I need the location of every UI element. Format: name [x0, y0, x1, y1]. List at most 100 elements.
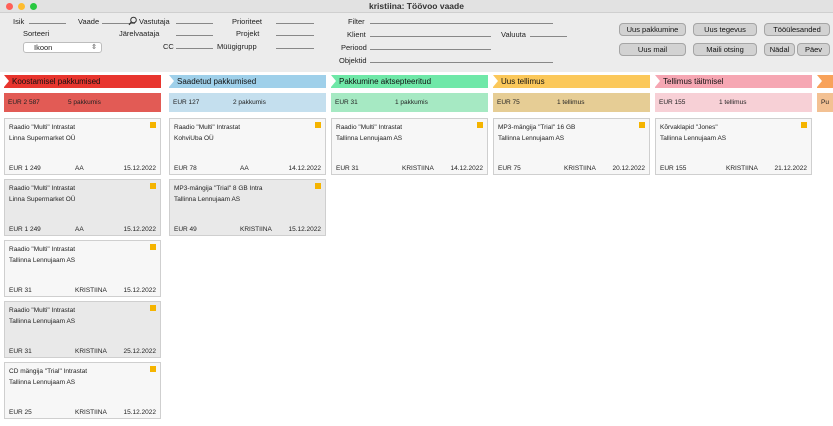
- card-date: 14.12.2022: [288, 165, 321, 172]
- objektid-label: Objektid: [339, 56, 367, 65]
- card-user: KRISTIINA: [75, 348, 107, 355]
- column-sum: EUR 155: [659, 99, 686, 106]
- select-chevron-icon: ⇳: [91, 44, 97, 51]
- priority-flag-icon: [315, 183, 321, 189]
- workflow-column: Uus tellimus EUR 75 1 tellimus MP3-mängija …: [493, 75, 650, 175]
- column-sum: Pu: [821, 99, 829, 106]
- cc-field[interactable]: [176, 40, 213, 49]
- paev-button[interactable]: Päev: [797, 43, 830, 56]
- column-header[interactable]: Pakkumine aktsepteeritud: [331, 75, 488, 88]
- card-user: AA: [240, 165, 249, 172]
- nadal-button[interactable]: Nädal: [764, 43, 795, 56]
- stage-arrow-icon: [655, 75, 660, 87]
- card-date: 15.12.2022: [123, 287, 156, 294]
- deal-card[interactable]: MP3-mängija "Trial" 8 GB Intra Tallinna L…: [169, 179, 326, 236]
- uus-pakkumine-button[interactable]: Uus pakkumine: [619, 23, 686, 36]
- card-amount: EUR 49: [174, 226, 197, 233]
- isik-label: Isik: [13, 17, 25, 26]
- vaade-label: Vaade: [78, 17, 100, 26]
- priority-flag-icon: [150, 183, 156, 189]
- card-footer: EUR 31 KRISTIINA 14.12.2022: [336, 163, 483, 172]
- card-amount: EUR 31: [9, 348, 32, 355]
- jarelvaataja-field[interactable]: [176, 27, 213, 36]
- card-date: 20.12.2022: [612, 165, 645, 172]
- column-summary: EUR 75 1 tellimus: [493, 93, 650, 112]
- card-product: MP3-mängija "Trial" 16 GB: [498, 124, 576, 131]
- column-title: Uus tellimus: [501, 77, 545, 86]
- card-product: Raadio "Multi" Intrastat: [336, 124, 403, 131]
- klient-field[interactable]: [370, 28, 491, 37]
- maili-otsing-button[interactable]: Maili otsing: [693, 43, 757, 56]
- filter-field[interactable]: [370, 15, 553, 24]
- column-count: 2 pakkumis: [233, 99, 266, 106]
- card-customer: Tallinna Lennujaam AS: [9, 257, 76, 264]
- valuuta-label: Valuuta: [501, 30, 526, 39]
- column-sum: EUR 127: [173, 99, 200, 106]
- filter-form: Isik Vaade Vastutaja Prioriteet Sorteeri…: [0, 13, 833, 72]
- card-user: AA: [75, 226, 84, 233]
- deal-card[interactable]: Raadio "Multi" Intrastat Tallinna Lennuja…: [4, 301, 161, 358]
- stage-arrow-icon: [169, 75, 174, 87]
- workflow-board: Koostamisel pakkumised EUR 2 587 5 pakkumi…: [0, 72, 833, 426]
- stage-arrow-icon: [817, 75, 822, 87]
- deal-card[interactable]: Raadio "Multi" Intrastat Tallinna Lennuja…: [4, 240, 161, 297]
- column-header[interactable]: [817, 75, 833, 88]
- workflow-column: Tellimus täitmisel EUR 155 1 tellimus Kõrva…: [655, 75, 812, 175]
- periood-label: Periood: [341, 43, 367, 52]
- deal-card[interactable]: Raadio "Multi" Intrastat KohviUba OÜ EUR 7…: [169, 118, 326, 175]
- column-count: 1 tellimus: [557, 99, 585, 106]
- deal-card[interactable]: Raadio "Multi" Intrastat Linna Supermarke…: [4, 118, 161, 175]
- card-date: 14.12.2022: [450, 165, 483, 172]
- card-date: 15.12.2022: [123, 226, 156, 233]
- isik-field[interactable]: [29, 15, 66, 24]
- valuuta-field[interactable]: [530, 28, 567, 37]
- klient-label: Klient: [347, 30, 366, 39]
- search-icon[interactable]: [128, 16, 138, 26]
- column-header[interactable]: Tellimus täitmisel: [655, 75, 812, 88]
- card-footer: EUR 75 KRISTIINA 20.12.2022: [498, 163, 645, 172]
- column-header[interactable]: Saadetud pakkumised: [169, 75, 326, 88]
- priority-flag-icon: [315, 122, 321, 128]
- prioriteet-field[interactable]: [276, 15, 314, 24]
- deal-card[interactable]: Raadio "Multi" Intrastat Linna Supermarke…: [4, 179, 161, 236]
- sort-select[interactable]: Ikoon ⇳: [23, 42, 102, 53]
- deal-card[interactable]: Raadio "Multi" Intrastat Tallinna Lennuja…: [331, 118, 488, 175]
- muugigrupp-field[interactable]: [276, 40, 314, 49]
- column-summary: Pu: [817, 93, 833, 112]
- deal-card[interactable]: MP3-mängija "Trial" 16 GB Tallinna Lennuj…: [493, 118, 650, 175]
- card-footer: EUR 31 KRISTIINA 15.12.2022: [9, 285, 156, 294]
- column-sum: EUR 75: [497, 99, 520, 106]
- card-customer: Tallinna Lennujaam AS: [9, 379, 76, 386]
- column-sum: EUR 2 587: [8, 99, 40, 106]
- column-header[interactable]: Koostamisel pakkumised: [4, 75, 161, 88]
- card-amount: EUR 75: [498, 165, 521, 172]
- priority-flag-icon: [477, 122, 483, 128]
- priority-flag-icon: [150, 366, 156, 372]
- card-footer: EUR 25 KRISTIINA 15.12.2022: [9, 407, 156, 416]
- card-customer: Tallinna Lennujaam AS: [336, 135, 403, 142]
- tooulesanded-button[interactable]: Tööülesanded: [764, 23, 830, 36]
- workflow-column: Pakkumine aktsepteeritud EUR 31 1 pakkumis…: [331, 75, 488, 175]
- vastutaja-field[interactable]: [176, 15, 213, 24]
- uus-tegevus-button[interactable]: Uus tegevus: [693, 23, 757, 36]
- projekt-field[interactable]: [276, 27, 314, 36]
- card-customer: Linna Supermarket OÜ: [9, 135, 76, 142]
- workflow-column: Saadetud pakkumised EUR 127 2 pakkumis Raad…: [169, 75, 326, 236]
- periood-field[interactable]: [370, 41, 491, 50]
- deal-card[interactable]: Kõrvaklapid "Jones" Tallinna Lennujaam AS…: [655, 118, 812, 175]
- column-summary: EUR 155 1 tellimus: [655, 93, 812, 112]
- uus-mail-button[interactable]: Uus mail: [619, 43, 686, 56]
- card-product: MP3-mängija "Trial" 8 GB Intra: [174, 185, 263, 192]
- column-header[interactable]: Uus tellimus: [493, 75, 650, 88]
- card-customer: Tallinna Lennujaam AS: [9, 318, 76, 325]
- card-amount: EUR 25: [9, 409, 32, 416]
- card-amount: EUR 31: [336, 165, 359, 172]
- card-date: 15.12.2022: [123, 409, 156, 416]
- card-user: KRISTIINA: [75, 409, 107, 416]
- card-amount: EUR 1 249: [9, 165, 41, 172]
- projekt-label: Projekt: [236, 29, 260, 38]
- column-title: Tellimus täitmisel: [663, 77, 724, 86]
- card-customer: Tallinna Lennujaam AS: [174, 196, 241, 203]
- objektid-field[interactable]: [370, 54, 553, 63]
- deal-card[interactable]: CD mängija "Trial" Intrastat Tallinna Len…: [4, 362, 161, 419]
